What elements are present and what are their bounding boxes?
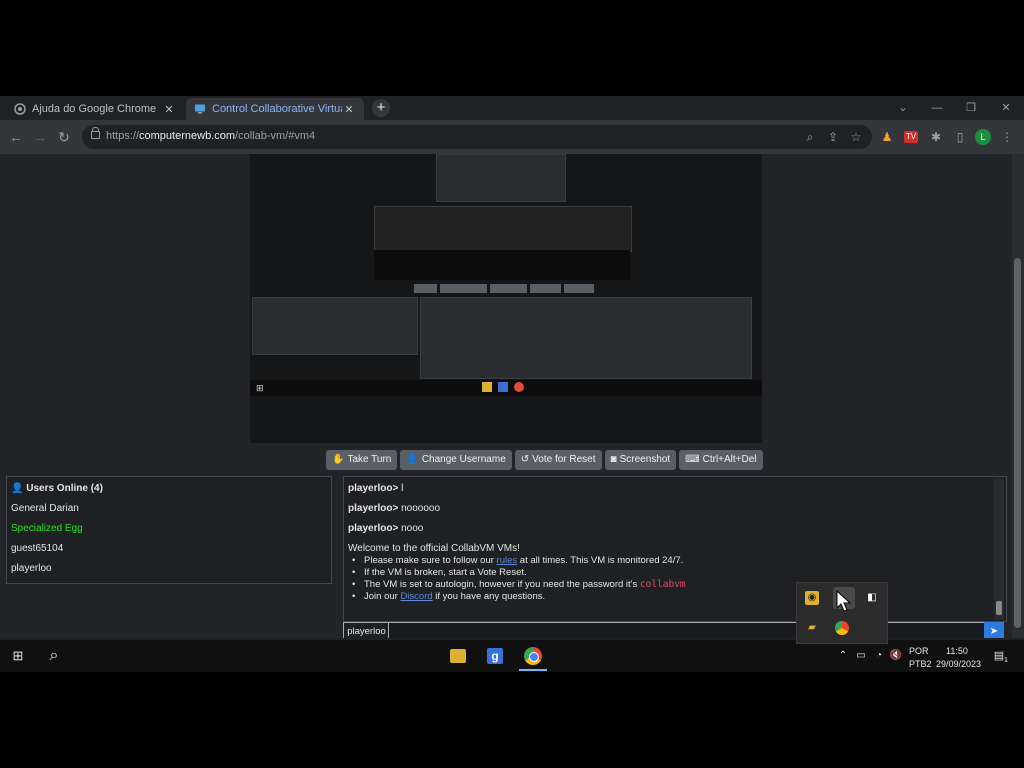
vm-controls: ✋ Take Turn 👤 Change Username ↺ Vote for Re… xyxy=(326,450,763,470)
battery-icon[interactable]: ▭ xyxy=(852,647,870,665)
user-item[interactable]: Specialized Egg xyxy=(11,523,83,534)
tab-collabvm[interactable]: Control Collaborative Virtual Ma ✕ xyxy=(186,98,364,120)
notification-count: 1 xyxy=(1004,657,1008,664)
close-tab-icon[interactable]: ✕ xyxy=(162,103,176,116)
discord-link[interactable]: Discord xyxy=(400,591,432,602)
rules-link[interactable]: rules xyxy=(497,555,518,566)
chat-scrollbar[interactable] xyxy=(994,479,1004,619)
reload-icon[interactable]: ↻ xyxy=(55,128,73,146)
rule-item: Join our Discord if you have any questio… xyxy=(352,591,686,603)
wifi-icon[interactable]: ◔ xyxy=(870,647,888,665)
hand-icon: ✋ xyxy=(332,454,345,465)
extensions-puzzle-icon[interactable]: ✱ xyxy=(928,129,944,145)
gamejolt-icon[interactable]: g xyxy=(487,648,503,664)
forward-icon[interactable]: → xyxy=(31,128,49,146)
collabvm-page: ⊞ ✋ Take Turn 👤 Change Username ↺ Vote for … xyxy=(0,154,1012,638)
vm-taskbar: ⊞ xyxy=(250,380,762,396)
chrome-taskbar-icon[interactable] xyxy=(524,647,542,665)
profile-avatar[interactable]: L xyxy=(975,129,991,145)
close-window-icon[interactable]: ✕ xyxy=(995,98,1017,118)
vm-nested-buttons xyxy=(414,284,594,293)
keyboard-lang[interactable]: POR xyxy=(909,646,929,656)
vm-nested-taskbar xyxy=(374,250,630,280)
user-item[interactable]: guest65104 xyxy=(11,543,63,554)
share-icon[interactable]: ⇪ xyxy=(825,129,841,145)
vm-nested-window xyxy=(436,154,566,202)
change-username-button[interactable]: 👤 Change Username xyxy=(400,450,512,470)
user-edit-icon: 👤 xyxy=(406,454,419,465)
vm-display[interactable]: ⊞ xyxy=(250,154,762,443)
clock-date[interactable]: 29/09/2023 xyxy=(936,659,981,669)
take-turn-button[interactable]: ✋ Take Turn xyxy=(326,450,398,470)
rule-item: Please make sure to follow our rules at … xyxy=(352,555,686,567)
mouse-cursor-icon xyxy=(836,590,852,612)
security-tray-icon[interactable]: ◧ xyxy=(865,591,879,605)
clock-time[interactable]: 11:50 xyxy=(946,646,968,656)
chat-message: playerloo> l xyxy=(348,483,404,494)
password-text: collabvm xyxy=(639,579,686,590)
chat-input[interactable] xyxy=(388,622,986,638)
user-item[interactable]: General Darian xyxy=(11,503,79,514)
camera-icon: ◙ xyxy=(610,454,617,465)
file-explorer-icon[interactable] xyxy=(450,649,466,663)
rules-list: Please make sure to follow our rules at … xyxy=(352,555,686,603)
vm-nested-page xyxy=(374,206,632,252)
chrome-help-icon xyxy=(14,103,26,115)
send-icon: ➤ xyxy=(989,626,999,637)
menu-kebab-icon[interactable]: ⋮ xyxy=(999,129,1015,145)
windows-taskbar: ⊞ ⌕ g ⌃ ▭ ◔ 🔇 POR PTB2 11:50 29/09/2023 … xyxy=(0,640,1024,672)
minimize-icon[interactable]: — xyxy=(926,98,948,118)
tab-title: Control Collaborative Virtual Ma xyxy=(212,103,342,115)
user-item[interactable]: playerloo xyxy=(11,563,52,574)
vote-reset-button[interactable]: ↺ Vote for Reset xyxy=(514,450,602,470)
folder-tray-icon[interactable]: ▰ xyxy=(805,621,819,635)
chat-message: playerloo> nooo xyxy=(348,523,424,534)
welcome-message: Welcome to the official CollabVM VMs! xyxy=(348,543,520,554)
app-tray-icon[interactable]: ◉ xyxy=(805,591,819,605)
chrome-tray-icon[interactable] xyxy=(835,621,849,635)
chevron-up-icon[interactable]: ⌃ xyxy=(834,647,852,665)
users-online-panel: 👤 Users Online (4) General Darian Specia… xyxy=(6,476,332,584)
side-panel-icon[interactable]: ▯ xyxy=(952,129,968,145)
back-icon[interactable]: ← xyxy=(7,128,25,146)
volume-muted-icon[interactable]: 🔇 xyxy=(887,647,905,665)
chat-panel: playerloo> l playerloo> noooooo playerlo… xyxy=(343,476,1007,622)
tab-strip: Ajuda do Google Chrome ✕ Control Collabo… xyxy=(0,96,1024,120)
tv-extension-icon[interactable]: TV xyxy=(904,131,918,143)
windows-start-icon[interactable]: ⊞ xyxy=(9,647,27,665)
user-icon: 👤 xyxy=(11,483,24,494)
browser-toolbar: ← → ↻ https://computernewb.com/collab-vm… xyxy=(0,120,1024,154)
chat-username: playerloo xyxy=(343,622,390,638)
send-button[interactable]: ➤ xyxy=(984,622,1004,638)
ctrl-alt-del-button[interactable]: ⌨ Ctrl+Alt+Del xyxy=(679,450,763,470)
address-bar[interactable]: https://computernewb.com/collab-vm/#vm4 … xyxy=(82,125,872,149)
rule-item: The VM is set to autologin, however if y… xyxy=(352,579,686,591)
page-scrollbar[interactable] xyxy=(1012,154,1024,638)
restore-icon[interactable]: ❐ xyxy=(960,98,982,118)
tab-search-icon[interactable]: ⌄ xyxy=(892,98,914,118)
chat-message: playerloo> noooooo xyxy=(348,503,441,514)
vm-nested-users xyxy=(252,297,418,355)
lock-icon xyxy=(91,127,100,139)
screenshot-button[interactable]: ◙ Screenshot xyxy=(604,450,677,470)
zoom-icon[interactable]: ⌕ xyxy=(802,129,818,145)
users-header: 👤 Users Online (4) xyxy=(11,483,103,494)
new-tab-button[interactable]: + xyxy=(372,99,390,117)
search-icon[interactable]: ⌕ xyxy=(45,647,63,665)
keyboard-layout[interactable]: PTB2 xyxy=(909,659,932,669)
tab-title: Ajuda do Google Chrome xyxy=(32,103,157,115)
extension-person-icon[interactable]: ♟ xyxy=(879,129,895,145)
rule-item: If the VM is broken, start a Vote Reset. xyxy=(352,567,686,579)
url-text: https://computernewb.com/collab-vm/#vm4 xyxy=(106,130,316,142)
keyboard-icon: ⌨ xyxy=(685,454,700,465)
vm-nested-chat xyxy=(420,297,752,379)
tab-chrome-help[interactable]: Ajuda do Google Chrome ✕ xyxy=(6,98,184,120)
close-tab-icon[interactable]: ✕ xyxy=(342,103,356,116)
monitor-icon xyxy=(195,104,205,114)
reset-icon: ↺ xyxy=(520,454,530,465)
bookmark-star-icon[interactable]: ☆ xyxy=(848,129,864,145)
